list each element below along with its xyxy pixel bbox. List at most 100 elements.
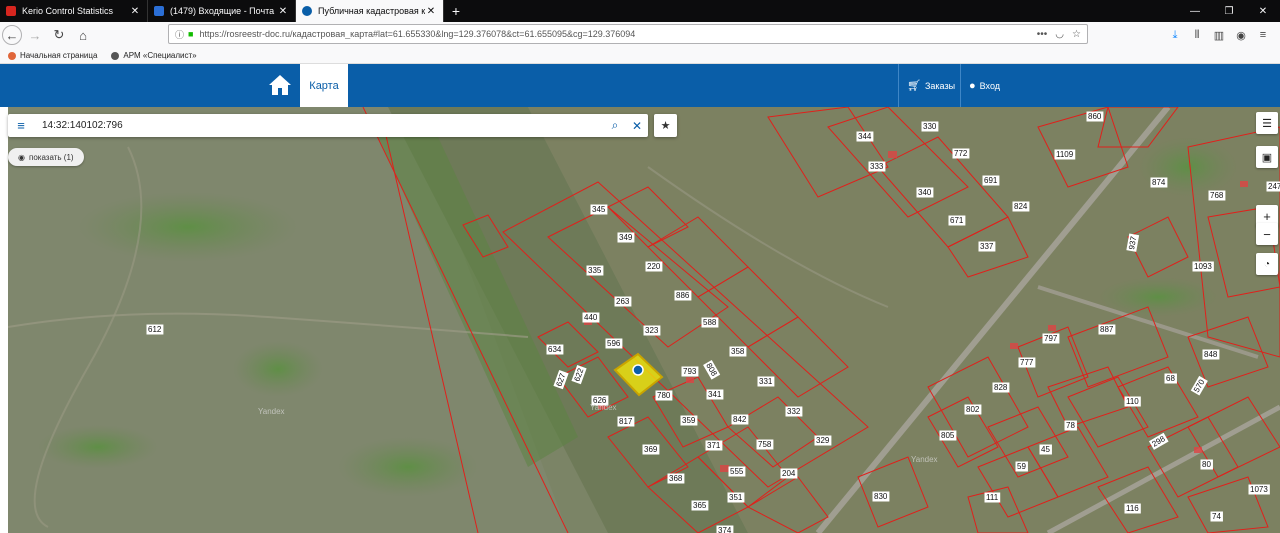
info-icon[interactable]: ⓘ xyxy=(175,28,184,41)
parcel-label-369: 369 xyxy=(644,445,658,454)
tab-kerio[interactable]: Kerio Control Statistics ✕ xyxy=(0,0,148,22)
parcel-label-1073: 1073 xyxy=(1250,485,1268,494)
login-label: Вход xyxy=(979,80,1001,91)
favorites-star-button[interactable]: ★ xyxy=(654,114,677,137)
search-icon[interactable]: ⌕ xyxy=(604,114,626,137)
parcel-label-817: 817 xyxy=(619,417,633,426)
parcel-label-332: 332 xyxy=(787,407,801,416)
eye-icon: ◉ xyxy=(18,152,25,162)
bookmark-label: Начальная страница xyxy=(20,51,98,60)
hamburger-menu-icon[interactable]: ≡ xyxy=(8,118,34,133)
cadastral-search[interactable]: ≡ 14:32:140102:796 ⌕ ✕ xyxy=(8,114,648,137)
url-text[interactable]: https://rosreestr-doc.ru/кадастровая_кар… xyxy=(199,29,1028,39)
bookmark-label: АРМ «Специалист» xyxy=(123,51,197,60)
parcel-label-68: 68 xyxy=(1166,374,1175,383)
parcel-label-365: 365 xyxy=(693,501,707,510)
parcel-label-440: 440 xyxy=(584,313,598,322)
tab-title: Kerio Control Statistics xyxy=(22,6,114,16)
parcel-label-358: 358 xyxy=(731,347,745,356)
measure-button[interactable]: ◔ xyxy=(1256,253,1278,275)
back-button[interactable]: ← xyxy=(2,25,22,45)
tab-title: (1479) Входящие - Почта Mail xyxy=(170,6,277,16)
parcel-label-111: 111 xyxy=(986,493,999,502)
parcel-label-887: 887 xyxy=(1100,325,1114,334)
parcel-label-768: 768 xyxy=(1210,191,1224,200)
parcel-label-612: 612 xyxy=(148,325,162,334)
page-actions-icon[interactable]: ••• xyxy=(1037,29,1048,40)
forward-button[interactable]: → xyxy=(24,24,46,46)
parcel-label-45: 45 xyxy=(1041,445,1050,454)
selected-parcel-marker[interactable] xyxy=(632,364,644,376)
map-type-button[interactable]: ▣ xyxy=(1256,146,1278,168)
parcel-label-80: 80 xyxy=(1202,460,1211,469)
parcel-label-359: 359 xyxy=(682,416,696,425)
close-icon[interactable]: ✕ xyxy=(129,6,141,17)
cadastral-map[interactable]: 612 345 349 220 335 263 886 588 440 323 … xyxy=(8,107,1280,533)
parcel-label-335: 335 xyxy=(588,266,602,275)
parcel-label-340: 340 xyxy=(918,188,932,197)
orders-button[interactable]: 🛒︎ Заказы xyxy=(898,64,963,107)
parcel-label-588: 588 xyxy=(703,318,717,327)
new-tab-button[interactable]: + xyxy=(444,0,468,22)
parcel-label-780: 780 xyxy=(657,391,671,400)
bookmark-star-icon[interactable]: ☆ xyxy=(1072,29,1081,40)
close-icon[interactable]: ✕ xyxy=(425,6,437,17)
shield-icon xyxy=(6,6,16,16)
home-icon[interactable] xyxy=(268,74,292,96)
parcel-label-337: 337 xyxy=(980,242,994,251)
cart-icon: 🛒︎ xyxy=(907,80,921,92)
restore-icon[interactable]: ❐ xyxy=(1212,0,1246,22)
parcel-label-204: 204 xyxy=(782,469,796,478)
layers-icon: ☰ xyxy=(1262,117,1272,130)
bookmark-home[interactable]: Начальная страница xyxy=(8,51,97,60)
window-controls: — ❐ ✕ xyxy=(1178,0,1280,22)
square-icon: ▣ xyxy=(1261,151,1273,164)
parcel-label-247: 247 xyxy=(1268,182,1280,191)
parcel-label-874: 874 xyxy=(1152,178,1166,187)
download-icon[interactable]: ⤓ xyxy=(1164,24,1186,46)
home-button[interactable]: ⌂ xyxy=(72,24,94,46)
map-watermark: Yandex xyxy=(590,403,617,412)
tab-mail[interactable]: (1479) Входящие - Почта Mail ✕ xyxy=(148,0,296,22)
tab-title: Публичная кадастровая карта xyxy=(318,6,425,16)
parcel-label-828: 828 xyxy=(994,383,1008,392)
map-watermark: Yandex xyxy=(258,407,285,416)
parcel-label-772: 772 xyxy=(954,149,968,158)
parcel-label-886: 886 xyxy=(676,291,690,300)
login-button[interactable]: ● Вход xyxy=(960,64,1008,107)
layers-button[interactable]: ☰ xyxy=(1256,112,1278,134)
account-icon[interactable]: ◉ xyxy=(1230,24,1252,46)
address-bar[interactable]: ⓘ ■ https://rosreestr-doc.ru/кадастровая… xyxy=(168,24,1088,44)
parcel-label-371: 371 xyxy=(707,441,721,450)
sidebar-icon[interactable]: ▥ xyxy=(1208,24,1230,46)
library-icon[interactable]: ⫴ xyxy=(1186,24,1208,46)
map-imagery[interactable]: 612 345 349 220 335 263 886 588 440 323 … xyxy=(8,107,1280,533)
menu-icon[interactable]: ≡ xyxy=(1252,24,1274,46)
minimize-icon[interactable]: — xyxy=(1178,0,1212,22)
parcel-label-671: 671 xyxy=(950,216,964,225)
close-window-icon[interactable]: ✕ xyxy=(1246,0,1280,22)
bookmarks-bar: Начальная страница АРМ «Специалист» xyxy=(0,48,1280,64)
bookmark-arm[interactable]: АРМ «Специалист» xyxy=(111,51,197,60)
clear-search-icon[interactable]: ✕ xyxy=(626,114,648,137)
parcel-label-634: 634 xyxy=(548,345,562,354)
lock-icon: ■ xyxy=(188,29,194,39)
parcel-label-323: 323 xyxy=(645,326,659,335)
parcel-label-333: 333 xyxy=(870,162,884,171)
parcel-label-220: 220 xyxy=(647,262,661,271)
user-icon: ● xyxy=(969,79,976,92)
reload-button[interactable]: ↻ xyxy=(48,24,70,46)
parcel-label-797: 797 xyxy=(1044,334,1058,343)
parcel-label-110: 110 xyxy=(1126,397,1139,406)
search-input[interactable]: 14:32:140102:796 xyxy=(34,120,604,131)
close-icon[interactable]: ✕ xyxy=(277,6,289,17)
pocket-icon[interactable]: ◡ xyxy=(1055,29,1064,40)
zoom-out-button[interactable]: − xyxy=(1256,223,1278,245)
show-results-toggle[interactable]: ◉ показать (1) xyxy=(8,148,84,166)
nav-map-tab[interactable]: Карта xyxy=(300,64,348,107)
parcel-label-596: 596 xyxy=(607,339,621,348)
map-watermark: Yandex xyxy=(911,455,938,464)
parcel-label-345: 345 xyxy=(592,205,606,214)
tab-cadastral-map[interactable]: Публичная кадастровая карта ✕ xyxy=(296,0,444,22)
parcel-label-555: 555 xyxy=(730,467,744,476)
